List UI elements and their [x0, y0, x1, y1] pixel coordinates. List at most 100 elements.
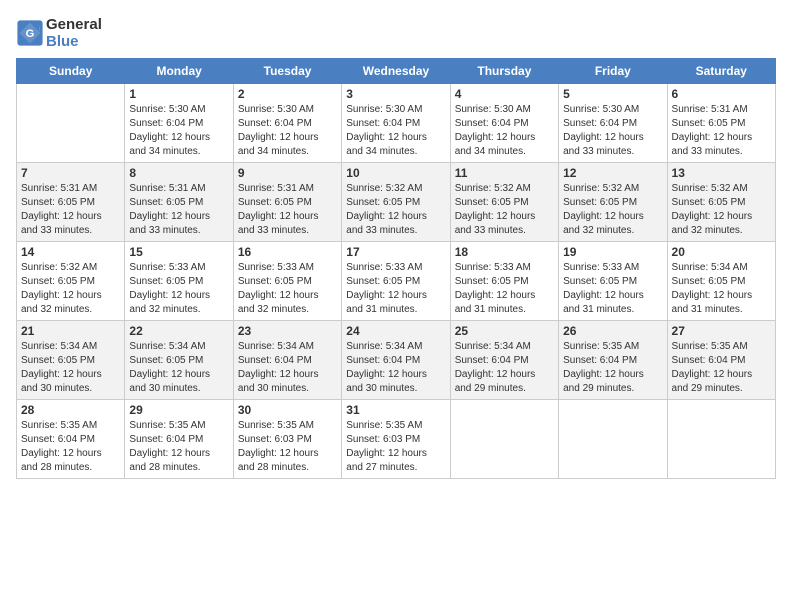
calendar-cell: 13 Sunrise: 5:32 AM Sunset: 6:05 PM Dayli… — [667, 163, 775, 242]
calendar-week-row: 21 Sunrise: 5:34 AM Sunset: 6:05 PM Dayli… — [17, 321, 776, 400]
calendar-table: SundayMondayTuesdayWednesdayThursdayFrid… — [16, 58, 776, 479]
logo-text: General Blue — [46, 16, 102, 50]
day-info: Sunrise: 5:33 AM Sunset: 6:05 PM Dayligh… — [563, 261, 662, 317]
day-info: Sunrise: 5:32 AM Sunset: 6:05 PM Dayligh… — [563, 182, 662, 238]
day-info: Sunrise: 5:33 AM Sunset: 6:05 PM Dayligh… — [129, 261, 228, 317]
day-number: 8 — [129, 166, 228, 180]
day-info: Sunrise: 5:31 AM Sunset: 6:05 PM Dayligh… — [238, 182, 337, 238]
calendar-cell: 20Sunrise: 5:34 AM Sunset: 6:05 PM Dayli… — [667, 242, 775, 321]
day-number: 15 — [129, 245, 228, 259]
day-info: Sunrise: 5:30 AM Sunset: 6:04 PM Dayligh… — [238, 103, 337, 159]
day-info: Sunrise: 5:30 AM Sunset: 6:04 PM Dayligh… — [346, 103, 445, 159]
day-number: 2 — [238, 87, 337, 101]
day-number: 1 — [129, 87, 228, 101]
day-info: Sunrise: 5:35 AM Sunset: 6:03 PM Dayligh… — [346, 419, 445, 475]
day-number: 17 — [346, 245, 445, 259]
day-info: Sunrise: 5:33 AM Sunset: 6:05 PM Dayligh… — [238, 261, 337, 317]
calendar-cell: 30Sunrise: 5:35 AM Sunset: 6:03 PM Dayli… — [233, 400, 341, 479]
day-header-thursday: Thursday — [450, 59, 558, 84]
calendar-cell: 16 Sunrise: 5:33 AM Sunset: 6:05 PM Dayli… — [233, 242, 341, 321]
logo: G General Blue — [16, 16, 102, 50]
day-info: Sunrise: 5:35 AM Sunset: 6:04 PM Dayligh… — [563, 340, 662, 396]
day-info: Sunrise: 5:34 AM Sunset: 6:05 PM Dayligh… — [672, 261, 771, 317]
day-number: 12 — [563, 166, 662, 180]
calendar-cell: 14 Sunrise: 5:32 AM Sunset: 6:05 PM Dayli… — [17, 242, 125, 321]
day-number: 11 — [455, 166, 554, 180]
day-number: 16 — [238, 245, 337, 259]
day-info: Sunrise: 5:31 AM Sunset: 6:05 PM Dayligh… — [129, 182, 228, 238]
day-info: Sunrise: 5:32 AM Sunset: 6:05 PM Dayligh… — [21, 261, 120, 317]
calendar-cell: 11Sunrise: 5:32 AM Sunset: 6:05 PM Dayli… — [450, 163, 558, 242]
calendar-cell: 29 Sunrise: 5:35 AM Sunset: 6:04 PM Dayli… — [125, 400, 233, 479]
calendar-week-row: 1 Sunrise: 5:30 AM Sunset: 6:04 PM Daylig… — [17, 84, 776, 163]
day-info: Sunrise: 5:35 AM Sunset: 6:04 PM Dayligh… — [129, 419, 228, 475]
day-number: 21 — [21, 324, 120, 338]
calendar-cell: 3 Sunrise: 5:30 AM Sunset: 6:04 PM Daylig… — [342, 84, 450, 163]
day-info: Sunrise: 5:30 AM Sunset: 6:04 PM Dayligh… — [563, 103, 662, 159]
calendar-cell: 4 Sunrise: 5:30 AM Sunset: 6:04 PM Daylig… — [450, 84, 558, 163]
calendar-week-row: 7 Sunrise: 5:31 AM Sunset: 6:05 PM Daylig… — [17, 163, 776, 242]
day-info: Sunrise: 5:31 AM Sunset: 6:05 PM Dayligh… — [672, 103, 771, 159]
day-number: 4 — [455, 87, 554, 101]
calendar-cell: 15 Sunrise: 5:33 AM Sunset: 6:05 PM Dayli… — [125, 242, 233, 321]
day-info: Sunrise: 5:35 AM Sunset: 6:04 PM Dayligh… — [21, 419, 120, 475]
calendar-cell: 24Sunrise: 5:34 AM Sunset: 6:04 PM Dayli… — [342, 321, 450, 400]
calendar-cell: 6Sunrise: 5:31 AM Sunset: 6:05 PM Daylig… — [667, 84, 775, 163]
day-number: 9 — [238, 166, 337, 180]
day-number: 22 — [129, 324, 228, 338]
day-number: 10 — [346, 166, 445, 180]
day-number: 29 — [129, 403, 228, 417]
day-number: 26 — [563, 324, 662, 338]
calendar-cell: 12 Sunrise: 5:32 AM Sunset: 6:05 PM Dayli… — [559, 163, 667, 242]
day-number: 5 — [563, 87, 662, 101]
calendar-cell: 7Sunrise: 5:31 AM Sunset: 6:05 PM Daylig… — [17, 163, 125, 242]
day-info: Sunrise: 5:34 AM Sunset: 6:04 PM Dayligh… — [238, 340, 337, 396]
day-info: Sunrise: 5:34 AM Sunset: 6:04 PM Dayligh… — [455, 340, 554, 396]
calendar-cell: 21 Sunrise: 5:34 AM Sunset: 6:05 PM Dayli… — [17, 321, 125, 400]
calendar-cell: 26 Sunrise: 5:35 AM Sunset: 6:04 PM Dayli… — [559, 321, 667, 400]
calendar-cell: 5 Sunrise: 5:30 AM Sunset: 6:04 PM Daylig… — [559, 84, 667, 163]
logo-icon: G — [16, 19, 44, 47]
day-number: 24 — [346, 324, 445, 338]
day-info: Sunrise: 5:33 AM Sunset: 6:05 PM Dayligh… — [455, 261, 554, 317]
day-info: Sunrise: 5:34 AM Sunset: 6:05 PM Dayligh… — [21, 340, 120, 396]
calendar-cell: 19 Sunrise: 5:33 AM Sunset: 6:05 PM Dayli… — [559, 242, 667, 321]
calendar-cell: 27Sunrise: 5:35 AM Sunset: 6:04 PM Dayli… — [667, 321, 775, 400]
day-number: 18 — [455, 245, 554, 259]
day-number: 25 — [455, 324, 554, 338]
calendar-cell: 28 Sunrise: 5:35 AM Sunset: 6:04 PM Dayli… — [17, 400, 125, 479]
day-number: 28 — [21, 403, 120, 417]
calendar-cell: 31 Sunrise: 5:35 AM Sunset: 6:03 PM Dayli… — [342, 400, 450, 479]
day-info: Sunrise: 5:30 AM Sunset: 6:04 PM Dayligh… — [455, 103, 554, 159]
calendar-cell — [450, 400, 558, 479]
day-info: Sunrise: 5:35 AM Sunset: 6:04 PM Dayligh… — [672, 340, 771, 396]
calendar-cell: 2 Sunrise: 5:30 AM Sunset: 6:04 PM Daylig… — [233, 84, 341, 163]
calendar-cell: 23 Sunrise: 5:34 AM Sunset: 6:04 PM Dayli… — [233, 321, 341, 400]
page-header: G General Blue — [16, 16, 776, 50]
day-number: 19 — [563, 245, 662, 259]
day-number: 31 — [346, 403, 445, 417]
calendar-cell: 9 Sunrise: 5:31 AM Sunset: 6:05 PM Daylig… — [233, 163, 341, 242]
calendar-cell: 18 Sunrise: 5:33 AM Sunset: 6:05 PM Dayli… — [450, 242, 558, 321]
calendar-header-row: SundayMondayTuesdayWednesdayThursdayFrid… — [17, 59, 776, 84]
day-header-wednesday: Wednesday — [342, 59, 450, 84]
day-number: 14 — [21, 245, 120, 259]
calendar-cell: 17 Sunrise: 5:33 AM Sunset: 6:05 PM Dayli… — [342, 242, 450, 321]
day-number: 23 — [238, 324, 337, 338]
day-number: 3 — [346, 87, 445, 101]
day-header-saturday: Saturday — [667, 59, 775, 84]
calendar-cell: 8 Sunrise: 5:31 AM Sunset: 6:05 PM Daylig… — [125, 163, 233, 242]
day-info: Sunrise: 5:30 AM Sunset: 6:04 PM Dayligh… — [129, 103, 228, 159]
calendar-cell: 10Sunrise: 5:32 AM Sunset: 6:05 PM Dayli… — [342, 163, 450, 242]
day-number: 13 — [672, 166, 771, 180]
day-info: Sunrise: 5:33 AM Sunset: 6:05 PM Dayligh… — [346, 261, 445, 317]
calendar-week-row: 28 Sunrise: 5:35 AM Sunset: 6:04 PM Dayli… — [17, 400, 776, 479]
calendar-cell — [559, 400, 667, 479]
calendar-cell — [667, 400, 775, 479]
calendar-cell: 25 Sunrise: 5:34 AM Sunset: 6:04 PM Dayli… — [450, 321, 558, 400]
day-info: Sunrise: 5:35 AM Sunset: 6:03 PM Dayligh… — [238, 419, 337, 475]
day-number: 7 — [21, 166, 120, 180]
day-header-friday: Friday — [559, 59, 667, 84]
day-info: Sunrise: 5:32 AM Sunset: 6:05 PM Dayligh… — [672, 182, 771, 238]
day-info: Sunrise: 5:34 AM Sunset: 6:05 PM Dayligh… — [129, 340, 228, 396]
